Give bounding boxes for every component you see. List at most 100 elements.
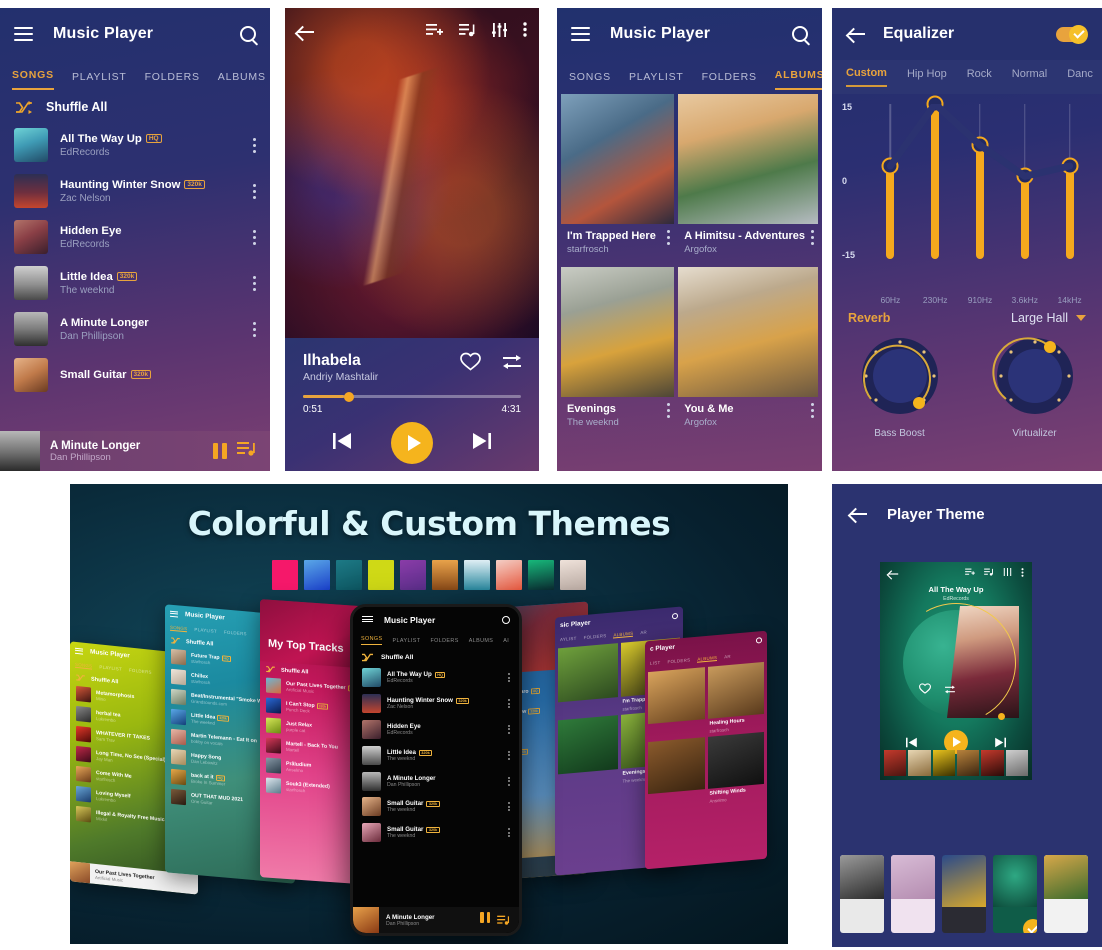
thumbnail[interactable] xyxy=(884,750,907,776)
add-to-playlist-icon[interactable] xyxy=(965,568,975,576)
back-arrow-icon[interactable] xyxy=(848,27,865,41)
theme-swatch[interactable] xyxy=(368,560,394,590)
equalizer-icon[interactable] xyxy=(1003,568,1012,576)
hamburger-icon[interactable] xyxy=(571,27,590,41)
tab-playlist[interactable]: PLAYLIST xyxy=(72,71,127,90)
overflow-icon[interactable] xyxy=(508,699,510,709)
tab-playlist[interactable]: PLAYLIST xyxy=(194,627,217,634)
search-icon[interactable] xyxy=(792,26,808,42)
preset-normal[interactable]: Normal xyxy=(1012,68,1047,86)
hamburger-icon[interactable] xyxy=(75,647,83,655)
hamburger-icon[interactable] xyxy=(362,616,373,624)
search-icon[interactable] xyxy=(502,616,510,624)
tab-albums[interactable]: ALBUMS xyxy=(469,638,494,644)
tab-songs[interactable]: SONGS xyxy=(12,69,54,90)
tab-playlist[interactable]: LIST xyxy=(650,660,660,666)
tab-playlist[interactable]: PLAYLIST xyxy=(392,638,420,644)
heart-icon[interactable] xyxy=(460,352,481,376)
theme-swatch[interactable] xyxy=(304,560,330,590)
reverb-value[interactable]: Large Hall xyxy=(1011,311,1068,325)
slider-thumb[interactable] xyxy=(881,157,899,175)
list-item[interactable]: A Minute Longer Dan Phillipson xyxy=(353,768,519,794)
song-row[interactable]: Hidden Eye EdRecords xyxy=(0,214,270,260)
tab-folders[interactable]: FOLDERS xyxy=(584,633,607,640)
theme-card[interactable] xyxy=(1044,855,1088,933)
song-row[interactable]: A Minute Longer Dan Phillipson xyxy=(0,306,270,352)
album-cell[interactable]: Evenings The weeknd xyxy=(561,267,675,436)
overflow-icon[interactable] xyxy=(811,230,814,245)
slider-thumb[interactable] xyxy=(1016,167,1034,185)
preview-progress-handle[interactable] xyxy=(998,713,1005,720)
song-row[interactable]: Little Idea 320k The weeknd xyxy=(0,260,270,306)
song-row[interactable]: Haunting Winter Snow 320k Zac Nelson xyxy=(0,168,270,214)
theme-swatch[interactable] xyxy=(560,560,586,590)
mini-phone-magenta[interactable]: c Player LIST FOLDERS ALBUMS AR Healing … xyxy=(645,630,767,870)
tab-artists[interactable]: AR xyxy=(724,654,731,660)
tab-playlist[interactable]: AYLIST xyxy=(560,636,577,642)
theme-swatch[interactable] xyxy=(496,560,522,590)
thumbnail[interactable] xyxy=(1005,750,1028,776)
album-cell[interactable]: A Himitsu - Adventures Argofox xyxy=(678,94,818,263)
pause-button[interactable] xyxy=(480,912,490,928)
bass-boost-knob[interactable] xyxy=(857,333,943,419)
tab-folders[interactable]: FOLDERS xyxy=(667,657,690,664)
list-item[interactable]: Small Guitar 320k The weeknd xyxy=(353,794,519,820)
overflow-icon[interactable] xyxy=(253,229,256,245)
search-icon[interactable] xyxy=(240,26,256,42)
overflow-icon[interactable] xyxy=(508,802,510,812)
now-playing-bar[interactable]: A Minute Longer Dan Phillipson xyxy=(353,907,519,933)
theme-swatch[interactable] xyxy=(336,560,362,590)
band-slider[interactable] xyxy=(1016,104,1034,259)
album-cell[interactable]: Healing Hours starfrosch xyxy=(707,661,764,734)
queue-icon[interactable] xyxy=(497,915,510,925)
overflow-icon[interactable] xyxy=(508,673,510,683)
previous-icon[interactable] xyxy=(906,737,918,748)
slider-thumb[interactable] xyxy=(1061,157,1079,175)
band-slider[interactable] xyxy=(926,95,944,259)
tab-albums[interactable]: ALBUMS xyxy=(697,654,718,663)
play-button[interactable] xyxy=(391,422,433,464)
preset-hip-hop[interactable]: Hip Hop xyxy=(907,68,947,86)
tab-albums[interactable]: ALBUMS xyxy=(774,69,822,90)
list-item[interactable]: Hidden Eye EdRecords xyxy=(353,717,519,743)
album-cell[interactable] xyxy=(558,643,618,717)
heart-icon[interactable] xyxy=(919,683,931,694)
overflow-icon[interactable] xyxy=(508,724,510,734)
album-cell[interactable]: I'm Trapped Here starfrosch xyxy=(561,94,675,263)
repeat-icon[interactable] xyxy=(503,354,523,375)
overflow-icon[interactable] xyxy=(253,275,256,291)
slider-thumb[interactable] xyxy=(971,136,989,154)
overflow-icon[interactable] xyxy=(508,828,510,838)
list-item[interactable]: Little Idea 320k The weeknd xyxy=(353,742,519,768)
list-item[interactable]: Haunting Winter Snow 320k Zac Nelson xyxy=(353,691,519,717)
pause-button[interactable] xyxy=(213,443,227,459)
now-playing-bar[interactable]: A Minute Longer Dan Phillipson xyxy=(0,431,270,471)
shuffle-all-row[interactable]: Shuffle All xyxy=(353,648,519,665)
theme-swatch[interactable] xyxy=(528,560,554,590)
tab-folders[interactable]: FOLDERS xyxy=(129,667,152,674)
thumbnail[interactable] xyxy=(956,750,980,776)
virtualizer-knob[interactable] xyxy=(991,333,1078,419)
theme-card[interactable] xyxy=(942,855,986,933)
album-cell[interactable] xyxy=(648,737,705,809)
overflow-icon[interactable] xyxy=(253,183,256,199)
overflow-icon[interactable] xyxy=(253,137,256,153)
band-slider[interactable] xyxy=(971,104,989,259)
band-slider[interactable] xyxy=(1061,104,1079,259)
search-icon[interactable] xyxy=(672,612,678,619)
tab-folders[interactable]: FOLDERS xyxy=(224,629,247,636)
tab-playlist[interactable]: PLAYLIST xyxy=(99,664,122,671)
equalizer-toggle[interactable] xyxy=(1056,24,1088,44)
queue-icon[interactable] xyxy=(984,568,994,576)
tab-artists[interactable]: AI xyxy=(503,638,509,644)
theme-swatch[interactable] xyxy=(464,560,490,590)
queue-icon[interactable] xyxy=(237,441,256,461)
album-cell[interactable] xyxy=(558,715,618,789)
tab-songs[interactable]: SONGS xyxy=(75,661,93,670)
tab-folders[interactable]: FOLDERS xyxy=(145,71,200,90)
shuffle-all-row[interactable]: Shuffle All xyxy=(0,90,270,122)
thumbnail[interactable] xyxy=(981,750,1004,776)
overflow-icon[interactable] xyxy=(811,403,814,418)
album-cell[interactable]: You & Me Argofox xyxy=(678,267,818,436)
band-slider[interactable] xyxy=(881,104,899,259)
